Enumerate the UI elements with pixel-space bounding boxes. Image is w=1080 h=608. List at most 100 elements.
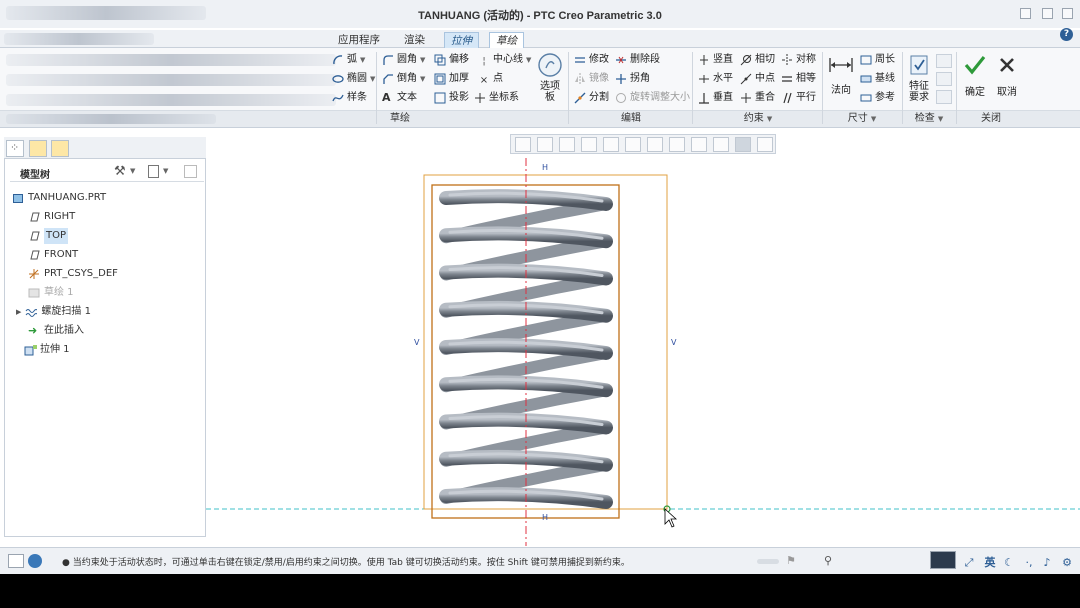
ime-language[interactable]: 英 bbox=[983, 556, 997, 570]
datum-display-icon[interactable] bbox=[669, 137, 685, 152]
inspect-small-button-3[interactable] bbox=[936, 90, 952, 104]
inspect-small-button-2[interactable] bbox=[936, 72, 952, 86]
expand-arrow-icon[interactable]: ▶ bbox=[16, 304, 21, 320]
baseline-button[interactable]: 基线 bbox=[860, 71, 895, 87]
ellipse-button[interactable]: 椭圆 ▼ bbox=[332, 71, 375, 87]
modify-button[interactable]: 修改 bbox=[574, 52, 609, 68]
perimeter-button[interactable]: 周长 bbox=[860, 52, 895, 68]
cancel-button[interactable]: 取消 bbox=[992, 54, 1022, 98]
model-tree-tab[interactable]: ⁘ bbox=[6, 140, 24, 157]
flag-icon[interactable]: ⚑ bbox=[786, 554, 796, 567]
parallel-button[interactable]: 平行 bbox=[781, 90, 816, 106]
offset-button[interactable]: 偏移 bbox=[434, 52, 469, 68]
equal-icon bbox=[781, 73, 793, 85]
feature-requirements-button[interactable]: 特征要求 bbox=[904, 54, 934, 103]
gear-icon[interactable]: ⚙ bbox=[1060, 556, 1074, 570]
graphics-area[interactable]: H H V V bbox=[206, 128, 1080, 546]
chevron-down-icon[interactable]: ▼ bbox=[163, 167, 168, 175]
moon-icon[interactable]: ☾ bbox=[1002, 556, 1016, 570]
mouse-cursor-icon bbox=[664, 508, 678, 528]
project-button[interactable]: 投影 bbox=[434, 90, 469, 106]
selection-filter[interactable] bbox=[930, 551, 956, 569]
show-icon[interactable] bbox=[148, 165, 159, 178]
vertical-icon bbox=[698, 54, 710, 66]
equal-button[interactable]: 相等 bbox=[781, 71, 816, 87]
symmetric-button[interactable]: 对称 bbox=[781, 52, 816, 68]
inspect-small-button-1[interactable] bbox=[936, 54, 952, 68]
ellipse-icon bbox=[332, 73, 344, 85]
spline-button[interactable]: 样条 bbox=[332, 90, 367, 106]
tree-item-part[interactable]: TANHUANG.PRT bbox=[12, 190, 106, 206]
centerline-button[interactable]: ¦ 中心线 ▼ bbox=[478, 52, 531, 68]
view-manager-icon[interactable] bbox=[647, 137, 663, 152]
repaint-icon[interactable] bbox=[581, 137, 597, 152]
tab-extrude[interactable]: 拉伸 bbox=[444, 32, 479, 48]
tree-item-right[interactable]: RIGHT bbox=[28, 209, 75, 225]
tree-item-sketch1[interactable]: 草绘 1 bbox=[28, 285, 74, 301]
folder-tab[interactable] bbox=[29, 140, 47, 157]
display-style-icon[interactable] bbox=[603, 137, 619, 152]
project-label: 投影 bbox=[449, 92, 469, 103]
chevron-down-icon[interactable]: ▼ bbox=[130, 167, 135, 175]
tree-item-extrude[interactable]: 拉伸 1 bbox=[24, 342, 70, 358]
coord-sys-button[interactable]: 坐标系 bbox=[474, 90, 519, 106]
vertical-button[interactable]: 竖直 bbox=[698, 52, 733, 68]
model-tree-header: 模型树 ⚒ ▼ ▼ bbox=[10, 162, 204, 182]
datum-group-blur[interactable] bbox=[6, 74, 336, 86]
close-window-button[interactable] bbox=[1062, 8, 1073, 19]
coincident-button[interactable]: 重合 bbox=[740, 90, 775, 106]
horizontal-button[interactable]: 水平 bbox=[698, 71, 733, 87]
saved-orientations-icon[interactable] bbox=[625, 137, 641, 152]
fullscreen-icon[interactable]: ⤢ bbox=[962, 556, 976, 570]
delete-segment-button[interactable]: 删除段 bbox=[615, 52, 660, 68]
sketch-view-icon[interactable] bbox=[757, 137, 773, 152]
browser-icon[interactable] bbox=[28, 554, 42, 568]
point-icon: × bbox=[479, 75, 489, 86]
mirror-button[interactable]: 镜像 bbox=[574, 71, 609, 87]
favorites-tab[interactable] bbox=[51, 140, 69, 157]
keyboard-icon[interactable]: ♪ bbox=[1040, 556, 1054, 570]
setup-group-blur[interactable] bbox=[6, 54, 336, 66]
palette-button[interactable]: 选项板 bbox=[534, 52, 566, 103]
settings-icon[interactable]: ⚒ bbox=[114, 164, 126, 179]
sketcher-display-icon[interactable] bbox=[735, 137, 751, 152]
text-button[interactable]: A 文本 bbox=[382, 90, 417, 106]
point-button[interactable]: × 点 bbox=[478, 71, 503, 87]
file-tab-area[interactable] bbox=[4, 33, 154, 45]
tree-item-insert-here[interactable]: ➜ 在此插入 bbox=[28, 323, 84, 339]
spin-center-icon[interactable] bbox=[713, 137, 729, 152]
reference-button[interactable]: 参考 bbox=[860, 90, 895, 106]
tangent-button[interactable]: 相切 bbox=[740, 52, 775, 68]
rotate-resize-button[interactable]: 旋转调整大小 bbox=[615, 90, 690, 106]
fillet-button[interactable]: 圆角 ▼ bbox=[382, 52, 425, 68]
tree-item-csys[interactable]: PRT_CSYS_DEF bbox=[28, 266, 118, 282]
tab-applications[interactable]: 应用程序 bbox=[332, 32, 386, 48]
annotation-display-icon[interactable] bbox=[691, 137, 707, 152]
toggle-navigator-icon[interactable] bbox=[8, 554, 24, 568]
maximize-button[interactable] bbox=[1042, 8, 1053, 19]
refit-icon[interactable] bbox=[515, 137, 531, 152]
arc-button[interactable]: 弧 ▼ bbox=[332, 52, 365, 68]
tab-render[interactable]: 渲染 bbox=[398, 32, 431, 48]
find-icon[interactable]: ⚲ bbox=[824, 554, 832, 567]
corner-button[interactable]: 拐角 bbox=[615, 71, 650, 87]
perpendicular-button[interactable]: 垂直 bbox=[698, 90, 733, 106]
zoom-out-icon[interactable] bbox=[559, 137, 575, 152]
minimize-button[interactable] bbox=[1020, 8, 1031, 19]
divide-button[interactable]: 分割 bbox=[574, 90, 609, 106]
zoom-in-icon[interactable] bbox=[537, 137, 553, 152]
normal-dimension-button[interactable]: 法向 bbox=[826, 54, 856, 96]
thicken-button[interactable]: 加厚 bbox=[434, 71, 469, 87]
tree-item-front[interactable]: FRONT bbox=[28, 247, 78, 263]
help-icon[interactable]: ? bbox=[1060, 28, 1073, 41]
punctuation-icon[interactable]: ·, bbox=[1022, 556, 1036, 570]
chamfer-button[interactable]: 倒角 ▼ bbox=[382, 71, 425, 87]
ok-button[interactable]: 确定 bbox=[960, 54, 990, 98]
midpoint-button[interactable]: 中点 bbox=[740, 71, 775, 87]
tree-item-top[interactable]: TOP bbox=[28, 228, 69, 244]
tab-sketch[interactable]: 草绘 bbox=[489, 32, 524, 48]
coordinate-system-icon bbox=[28, 268, 40, 280]
filter-icon[interactable] bbox=[184, 165, 197, 178]
ops-group-blur[interactable] bbox=[6, 94, 336, 106]
tree-item-helical-sweep[interactable]: ▶ 螺旋扫描 1 bbox=[16, 304, 91, 320]
